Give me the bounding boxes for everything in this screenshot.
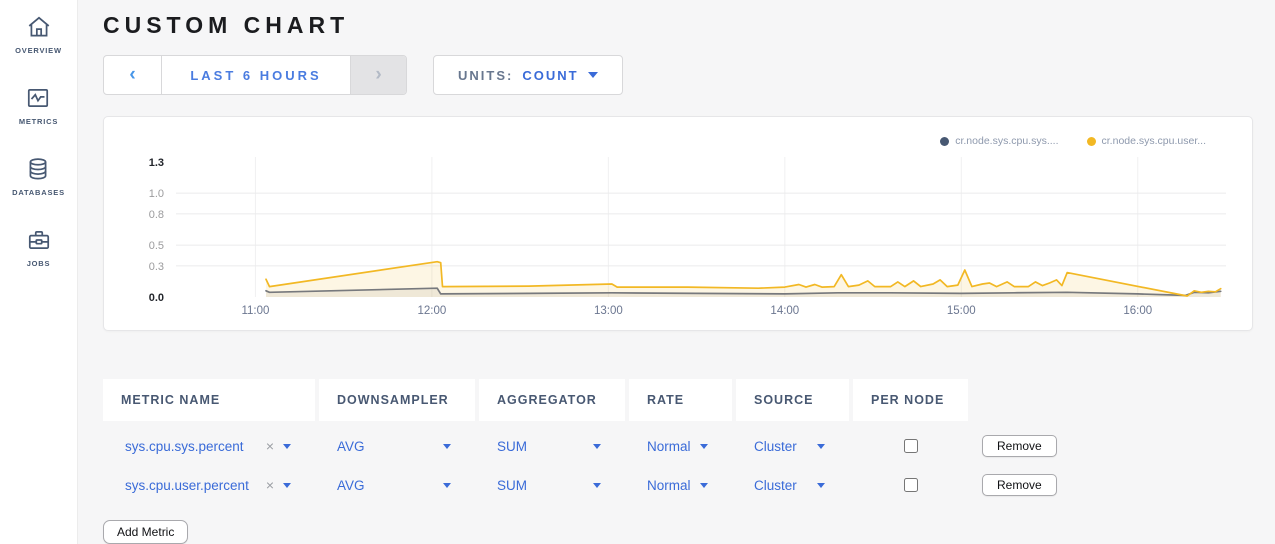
column-header-source: SOURCE: [736, 379, 849, 421]
chevron-down-icon: [443, 444, 451, 449]
chevron-down-icon: [817, 444, 825, 449]
sidebar-item-databases[interactable]: DATABASES: [12, 156, 65, 197]
svg-text:14:00: 14:00: [770, 305, 799, 317]
column-header-aggregator: AGGREGATOR: [479, 379, 625, 421]
chevron-down-icon: [700, 444, 708, 449]
sidebar-item-label: OVERVIEW: [15, 46, 62, 55]
chevron-down-icon: [700, 483, 708, 488]
sidebar: OVERVIEW METRICS DATABASES JOBS: [0, 0, 78, 544]
column-header-per-node: PER NODE: [853, 379, 968, 421]
chart-legend: cr.node.sys.cpu.sys.... cr.node.sys.cpu.…: [940, 135, 1206, 147]
sidebar-item-label: JOBS: [27, 259, 51, 268]
chevron-down-icon: [817, 483, 825, 488]
chart-panel: cr.node.sys.cpu.sys.... cr.node.sys.cpu.…: [103, 116, 1253, 331]
legend-dot: [940, 137, 949, 146]
remove-button[interactable]: Remove: [982, 474, 1057, 496]
remove-metric-x-icon[interactable]: ×: [266, 438, 274, 454]
legend-dot: [1087, 137, 1096, 146]
sidebar-item-overview[interactable]: OVERVIEW: [15, 14, 62, 55]
svg-text:0.0: 0.0: [149, 292, 164, 304]
per-node-cell: [853, 439, 968, 453]
chevron-down-icon: [593, 483, 601, 488]
timeframe-next-button[interactable]: ›: [351, 56, 406, 94]
chevron-down-icon: [588, 72, 598, 78]
metric-name-dropdown[interactable]: sys.cpu.sys.percent ×: [103, 438, 315, 454]
legend-entry-sys[interactable]: cr.node.sys.cpu.sys....: [940, 135, 1058, 147]
source-dropdown[interactable]: Cluster: [736, 439, 849, 454]
timeframe-range-dropdown[interactable]: LAST 6 HOURS: [161, 56, 351, 94]
sidebar-item-jobs[interactable]: JOBS: [26, 227, 52, 268]
svg-text:0.5: 0.5: [149, 240, 164, 252]
column-header-rate: RATE: [629, 379, 732, 421]
chevron-down-icon: [283, 444, 291, 449]
per-node-cell: [853, 478, 968, 492]
add-metric-button[interactable]: Add Metric: [103, 520, 188, 544]
per-node-checkbox[interactable]: [904, 439, 918, 453]
remove-cell: Remove: [972, 474, 1253, 496]
database-icon: [25, 156, 51, 182]
table-row: sys.cpu.user.percent × AVG SUM Normal Cl…: [103, 471, 1253, 499]
chevron-down-icon: [593, 444, 601, 449]
chevron-down-icon: [443, 483, 451, 488]
metrics-icon: [25, 85, 51, 111]
chevron-down-icon: [283, 483, 291, 488]
sidebar-item-label: DATABASES: [12, 188, 65, 197]
source-dropdown[interactable]: Cluster: [736, 478, 849, 493]
main-content: CUSTOM CHART ‹ LAST 6 HOURS › UNITS: COU…: [78, 0, 1275, 544]
briefcase-icon: [26, 227, 52, 253]
remove-button[interactable]: Remove: [982, 435, 1057, 457]
downsampler-dropdown[interactable]: AVG: [319, 439, 475, 454]
units-label: UNITS:: [458, 68, 513, 83]
svg-text:16:00: 16:00: [1123, 305, 1152, 317]
timeframe-selector: ‹ LAST 6 HOURS ›: [103, 55, 407, 95]
svg-text:0.3: 0.3: [149, 261, 164, 273]
rate-dropdown[interactable]: Normal: [629, 439, 732, 454]
remove-metric-x-icon[interactable]: ×: [266, 477, 274, 493]
downsampler-dropdown[interactable]: AVG: [319, 478, 475, 493]
legend-entry-user[interactable]: cr.node.sys.cpu.user...: [1087, 135, 1206, 147]
metrics-table: METRIC NAME DOWNSAMPLER AGGREGATOR RATE …: [103, 379, 1253, 544]
aggregator-dropdown[interactable]: SUM: [479, 478, 625, 493]
page-title: CUSTOM CHART: [103, 12, 1275, 39]
per-node-checkbox[interactable]: [904, 478, 918, 492]
home-icon: [26, 14, 52, 40]
remove-cell: Remove: [972, 435, 1253, 457]
units-value: COUNT: [522, 68, 578, 83]
svg-text:13:00: 13:00: [594, 305, 623, 317]
sidebar-item-label: METRICS: [19, 117, 58, 126]
column-header-metric-name: METRIC NAME: [103, 379, 315, 421]
svg-text:11:00: 11:00: [241, 305, 269, 317]
aggregator-dropdown[interactable]: SUM: [479, 439, 625, 454]
line-chart: 11:00 12:00 13:00 14:00 15:00 16:00 0.0 0.3 0.5 0…: [104, 117, 1252, 330]
svg-text:15:00: 15:00: [947, 305, 976, 317]
svg-text:1.0: 1.0: [149, 188, 164, 200]
svg-text:12:00: 12:00: [417, 305, 446, 317]
table-row: sys.cpu.sys.percent × AVG SUM Normal Clu…: [103, 432, 1253, 460]
metric-name-dropdown[interactable]: sys.cpu.user.percent ×: [103, 477, 315, 493]
chevron-right-icon: ›: [375, 64, 381, 86]
units-dropdown[interactable]: UNITS: COUNT: [433, 55, 623, 95]
table-header-row: METRIC NAME DOWNSAMPLER AGGREGATOR RATE …: [103, 379, 1253, 421]
timeframe-prev-button[interactable]: ‹: [104, 56, 161, 94]
svg-text:0.8: 0.8: [149, 209, 164, 221]
chart-controls: ‹ LAST 6 HOURS › UNITS: COUNT: [103, 55, 1275, 95]
svg-text:1.3: 1.3: [149, 157, 164, 169]
sidebar-item-metrics[interactable]: METRICS: [19, 85, 58, 126]
chevron-left-icon: ‹: [129, 64, 135, 86]
rate-dropdown[interactable]: Normal: [629, 478, 732, 493]
column-header-downsampler: DOWNSAMPLER: [319, 379, 475, 421]
